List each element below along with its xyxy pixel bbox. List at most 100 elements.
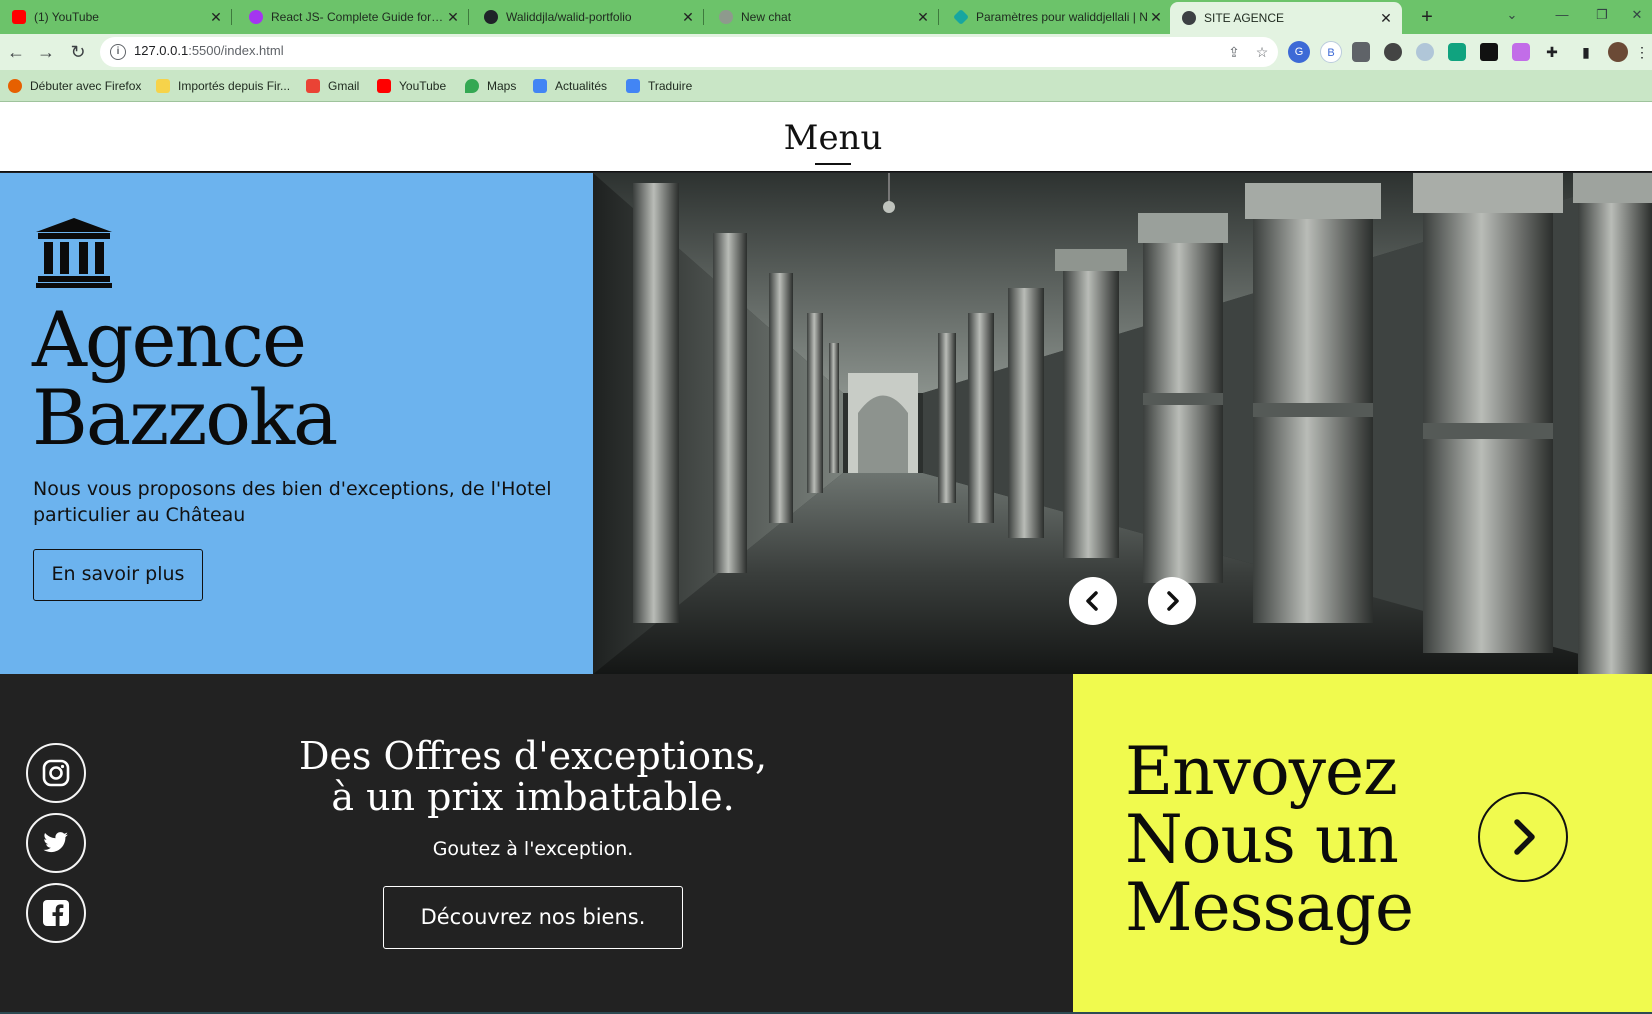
bookmarks-bar: Débuter avec Firefox Importés depuis Fir… xyxy=(0,70,1652,102)
bookmark-firefox[interactable]: Débuter avec Firefox xyxy=(8,77,141,95)
color-extension-icon[interactable] xyxy=(1512,43,1530,61)
facebook-link[interactable] xyxy=(26,883,86,943)
chevron-left-icon xyxy=(1086,591,1098,611)
offers-title-line2: à un prix imbattable. xyxy=(331,775,735,819)
react-devtools-icon[interactable] xyxy=(1416,43,1434,61)
tab-title: New chat xyxy=(741,10,792,24)
send-message-button[interactable] xyxy=(1478,792,1568,882)
bookmark-youtube[interactable]: YouTube xyxy=(377,77,446,95)
chatgpt-extension-icon[interactable] xyxy=(1448,43,1466,61)
diamond-icon xyxy=(953,9,969,25)
bookmark-gmail[interactable]: Gmail xyxy=(306,77,359,95)
carousel-next-button[interactable] xyxy=(1148,577,1196,625)
close-icon[interactable]: ✕ xyxy=(915,9,931,26)
contact-section: Envoyez Nous un Message xyxy=(1073,674,1652,1012)
tab-github[interactable]: Waliddjla/walid-portfolio ✕ xyxy=(472,0,704,34)
tab-title: (1) YouTube xyxy=(34,10,99,24)
close-icon[interactable]: ✕ xyxy=(1378,10,1394,27)
minimize-icon[interactable]: — xyxy=(1542,0,1582,30)
firefox-icon xyxy=(8,79,22,93)
tab-title: React JS- Complete Guide for Fr xyxy=(271,10,445,24)
site-info-icon[interactable]: i xyxy=(110,44,126,60)
tab-youtube[interactable]: (1) YouTube ✕ xyxy=(0,0,232,34)
close-icon[interactable]: ✕ xyxy=(445,9,461,26)
address-bar[interactable]: i 127.0.0.1:5500/index.html ⇪ ☆ xyxy=(100,37,1278,67)
learn-more-button[interactable]: En savoir plus xyxy=(33,549,203,601)
share-icon[interactable]: ⇪ xyxy=(1226,44,1242,60)
hero-title-line1: Agence xyxy=(32,295,307,384)
hero-title: Agence Bazzoka xyxy=(32,295,338,462)
facebook-icon xyxy=(43,900,69,926)
kebab-menu-icon[interactable]: ⋮ xyxy=(1634,44,1650,60)
close-icon[interactable]: ✕ xyxy=(680,9,696,26)
chevron-right-icon xyxy=(1167,591,1179,611)
menu-underline xyxy=(815,163,851,165)
browser-tab-bar: (1) YouTube ✕ React JS- Complete Guide f… xyxy=(0,0,1652,34)
close-icon[interactable]: ✕ xyxy=(1148,9,1164,26)
tab-search-icon[interactable]: ⌄ xyxy=(1492,0,1532,30)
bookmark-label: Traduire xyxy=(648,79,693,93)
youtube-icon xyxy=(377,79,391,93)
bookmark-label: Débuter avec Firefox xyxy=(30,79,142,93)
bookmark-imported-folder[interactable]: Importés depuis Fir... xyxy=(156,77,290,95)
contact-title: Envoyez Nous un Message xyxy=(1125,738,1414,942)
bookmark-label: YouTube xyxy=(399,79,447,93)
dark-extension-icon[interactable] xyxy=(1480,43,1498,61)
tab-title: Waliddjla/walid-portfolio xyxy=(506,10,632,24)
chevron-right-icon xyxy=(1514,819,1535,855)
tab-new-chat[interactable]: New chat ✕ xyxy=(707,0,939,34)
bank-columns-icon xyxy=(36,218,112,288)
bookmark-star-icon[interactable]: ☆ xyxy=(1254,44,1270,60)
discover-properties-button[interactable]: Découvrez nos biens. xyxy=(383,886,683,949)
url-text[interactable]: 127.0.0.1:5500/index.html xyxy=(134,43,284,58)
extensions-puzzle-icon[interactable]: ✚ xyxy=(1544,44,1560,60)
tab-site-agence[interactable]: SITE AGENCE ✕ xyxy=(1170,2,1402,34)
back-icon[interactable]: ← xyxy=(4,40,28,64)
bookmark-label: Maps xyxy=(487,79,517,93)
bookmark-news[interactable]: Actualités xyxy=(533,77,607,95)
youtube-icon xyxy=(12,10,26,24)
profile-avatar[interactable] xyxy=(1608,42,1628,62)
shield-extension-icon[interactable] xyxy=(1352,42,1370,62)
window-close-icon[interactable]: ✕ xyxy=(1622,0,1652,30)
contact-title-line2: Nous un xyxy=(1125,801,1399,878)
tab-settings[interactable]: Paramètres pour waliddjellali | N ✕ xyxy=(942,0,1172,34)
news-icon xyxy=(533,79,547,93)
bookmark-maps[interactable]: Maps xyxy=(465,77,516,95)
udemy-icon xyxy=(249,10,263,24)
globe-icon xyxy=(1182,11,1196,25)
sync-extension-icon[interactable] xyxy=(1384,43,1402,61)
menu-link[interactable]: Menu xyxy=(0,118,1652,158)
hero-title-line2: Bazzoka xyxy=(32,373,338,462)
restore-icon[interactable]: ❐ xyxy=(1582,0,1622,30)
hero-panel: Agence Bazzoka Nous vous proposons des b… xyxy=(0,173,593,674)
bookmark-label: Actualités xyxy=(555,79,608,93)
web-page: Menu Agence Bazzoka Nous vous proposons … xyxy=(0,102,1652,1014)
twitter-link[interactable] xyxy=(26,813,86,873)
translate-extension-icon[interactable]: G xyxy=(1288,41,1310,63)
offers-title: Des Offres d'exceptions, à un prix imbat… xyxy=(280,736,786,818)
extension-b-icon[interactable]: B xyxy=(1320,41,1342,63)
bookmark-translate[interactable]: Traduire xyxy=(626,77,692,95)
reload-icon[interactable]: ↻ xyxy=(66,40,90,64)
instagram-link[interactable] xyxy=(26,743,86,803)
folder-icon xyxy=(156,79,170,93)
github-icon xyxy=(484,10,498,24)
gmail-icon xyxy=(306,79,320,93)
new-tab-button[interactable]: + xyxy=(1414,4,1440,30)
chat-icon xyxy=(719,10,733,24)
url-path: :5500/index.html xyxy=(188,43,284,58)
offers-subtitle: Goutez à l'exception. xyxy=(432,838,634,860)
forward-icon[interactable]: → xyxy=(34,40,58,64)
maps-pin-icon xyxy=(465,79,479,93)
instagram-icon xyxy=(42,759,70,787)
close-icon[interactable]: ✕ xyxy=(208,9,224,26)
side-panel-icon[interactable]: ▮ xyxy=(1578,44,1594,60)
twitter-icon xyxy=(43,832,68,853)
carousel-prev-button[interactable] xyxy=(1069,577,1117,625)
tab-react-course[interactable]: React JS- Complete Guide for Fr ✕ xyxy=(237,0,469,34)
site-header: Menu xyxy=(0,102,1652,172)
tab-title: Paramètres pour waliddjellali | N xyxy=(976,10,1148,24)
palace-corridor-image xyxy=(593,173,1652,674)
tab-title: SITE AGENCE xyxy=(1204,11,1285,25)
